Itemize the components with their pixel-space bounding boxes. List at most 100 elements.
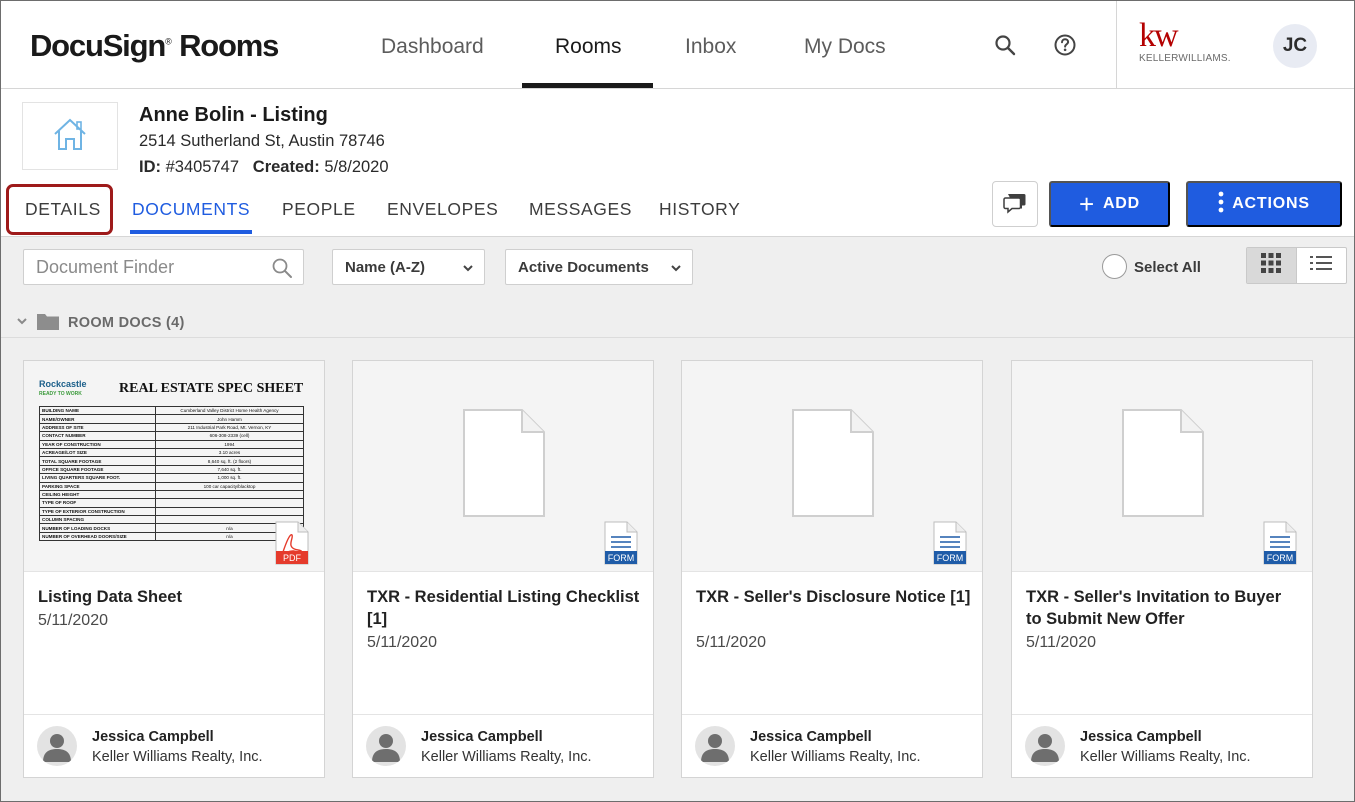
owner-org: Keller Williams Realty, Inc.: [1080, 749, 1251, 765]
search-icon[interactable]: [271, 257, 293, 284]
document-owner: Jessica Campbell Keller Williams Realty,…: [353, 714, 653, 777]
nav-divider: [1116, 1, 1117, 89]
kebab-icon: [1218, 191, 1224, 218]
spec-row: TOTAL SQUARE FOOTAGE 8,640 sq. ft. (2 flo…: [39, 456, 304, 466]
status-filter-select[interactable]: Active Documents: [505, 249, 693, 285]
folder-icon: [36, 311, 60, 336]
tab-history[interactable]: HISTORY: [659, 199, 740, 220]
spec-field: OFFICE SQUARE FOOTAGE: [39, 464, 156, 475]
spec-sheet-preview: Rockcastle READY TO WORK REAL ESTATE SPE…: [39, 374, 309, 542]
spec-field: TOTAL SQUARE FOOTAGE: [39, 456, 156, 466]
document-name[interactable]: TXR - Seller's Invitation to Buyer to Su…: [1026, 586, 1301, 630]
select-all-label[interactable]: Select All: [1134, 259, 1201, 276]
grid-view-button[interactable]: [1247, 248, 1297, 283]
room-meta: ID: #3405747 Created: 5/8/2020: [139, 158, 389, 176]
folder-label: ROOM DOCS (4): [68, 315, 185, 331]
room-id: #3405747: [165, 158, 240, 176]
spec-field: NAME/OWNER: [39, 414, 156, 424]
nav-active-indicator: [522, 83, 653, 88]
owner-org: Keller Williams Realty, Inc.: [750, 749, 921, 765]
spec-value: 8,640 sq. ft. (2 floors): [155, 456, 304, 466]
add-button[interactable]: + ADD: [1049, 181, 1170, 227]
nav-my-docs[interactable]: My Docs: [804, 35, 886, 59]
document-thumbnail: FORM: [682, 361, 982, 572]
document-thumbnail: FORM: [353, 361, 653, 572]
spec-row: ADDRESS OF SITE 211 Industrial Park Road,…: [39, 422, 304, 433]
spec-row: LIVING QUARTERS SQUARE FOOT. 1,000 sq. ft…: [39, 473, 304, 483]
spec-value: [155, 498, 304, 508]
document-card[interactable]: FORM TXR - Seller's Invitation to Buyer …: [1011, 360, 1313, 778]
spec-value: Cumberland Valley District Home Health A…: [155, 405, 304, 416]
sort-select[interactable]: Name (A-Z): [332, 249, 485, 285]
person-avatar-icon: [37, 726, 77, 766]
room-image: [22, 102, 118, 170]
spec-value: [155, 489, 304, 500]
document-card[interactable]: Rockcastle READY TO WORK REAL ESTATE SPE…: [23, 360, 325, 778]
view-toggle: [1246, 247, 1347, 284]
form-file-icon: FORM: [932, 521, 968, 570]
spec-field: BUILDING NAME: [39, 405, 156, 416]
tab-people[interactable]: PEOPLE: [282, 199, 356, 220]
document-finder: [23, 249, 304, 285]
docusign-rooms-logo[interactable]: DocuSign® Rooms: [30, 28, 279, 64]
spec-field: PARKING SPACE: [39, 481, 156, 491]
folder-divider: [1, 337, 1354, 338]
document-owner: Jessica Campbell Keller Williams Realty,…: [1012, 714, 1312, 777]
spec-table: BUILDING NAME Cumberland Valley District …: [39, 405, 304, 542]
spec-field: LIVING QUARTERS SQUARE FOOT.: [39, 473, 156, 483]
help-icon[interactable]: [1053, 33, 1077, 57]
tab-messages[interactable]: MESSAGES: [529, 199, 632, 220]
nav-dashboard[interactable]: Dashboard: [381, 35, 484, 59]
document-name[interactable]: TXR - Seller's Disclosure Notice [1]: [696, 586, 971, 608]
spec-value: 7,640 sq. ft.: [155, 464, 304, 475]
owner-name: Jessica Campbell: [750, 729, 872, 745]
spec-field: ACREAGE/LOT SIZE: [39, 447, 156, 458]
app-window: DocuSign® Rooms Dashboard Rooms Inbox My…: [0, 0, 1355, 802]
owner-org: Keller Williams Realty, Inc.: [92, 749, 263, 765]
spec-row: ACREAGE/LOT SIZE 3.10 acres: [39, 447, 304, 458]
folder-header[interactable]: ROOM DOCS (4): [16, 311, 185, 335]
spec-row: BUILDING NAME Cumberland Valley District …: [39, 405, 304, 416]
list-view-button[interactable]: [1297, 248, 1347, 283]
top-navigation: DocuSign® Rooms Dashboard Rooms Inbox My…: [1, 1, 1354, 89]
rockcastle-logo: Rockcastle READY TO WORK: [39, 379, 87, 397]
svg-text:FORM: FORM: [1267, 553, 1294, 563]
spec-field: COLUMN SPACING: [39, 515, 156, 525]
tab-details[interactable]: DETAILS: [25, 199, 101, 220]
nav-inbox[interactable]: Inbox: [685, 35, 736, 59]
spec-row: NUMBER OF OVERHEAD DOORS/SIZE n/a: [39, 531, 304, 542]
document-card[interactable]: FORM TXR - Seller's Disclosure Notice [1…: [681, 360, 983, 778]
nav-rooms[interactable]: Rooms: [555, 35, 622, 59]
chat-icon: [1003, 192, 1027, 217]
document-finder-input[interactable]: [24, 250, 264, 284]
keller-williams-logo: kw KELLERWILLIAMS.: [1139, 17, 1231, 65]
document-date: 5/11/2020: [367, 634, 437, 651]
spec-row: OFFICE SQUARE FOOTAGE 7,640 sq. ft.: [39, 464, 304, 475]
owner-name: Jessica Campbell: [421, 729, 543, 745]
document-date: 5/11/2020: [696, 634, 766, 651]
select-all-radio[interactable]: [1102, 254, 1127, 279]
owner-name: Jessica Campbell: [1080, 729, 1202, 745]
person-avatar-icon: [1025, 726, 1065, 766]
document-name[interactable]: TXR - Residential Listing Checklist [1]: [367, 586, 642, 630]
document-name[interactable]: Listing Data Sheet: [38, 586, 313, 608]
spec-row: COLUMN SPACING: [39, 515, 304, 525]
tab-documents[interactable]: DOCUMENTS: [132, 199, 250, 220]
svg-text:FORM: FORM: [937, 553, 964, 563]
document-card[interactable]: FORM TXR - Residential Listing Checklist…: [352, 360, 654, 778]
actions-button[interactable]: ACTIONS: [1186, 181, 1342, 227]
chat-button[interactable]: [992, 181, 1038, 227]
search-icon[interactable]: [993, 33, 1017, 57]
document-date: 5/11/2020: [38, 612, 108, 629]
spec-row: YEAR OF CONSTRUCTION 1994: [39, 439, 304, 449]
spec-value: [155, 506, 304, 517]
owner-name: Jessica Campbell: [92, 729, 214, 745]
room-address: 2514 Sutherland St, Austin 78746: [139, 132, 385, 150]
document-thumbnail: Rockcastle READY TO WORK REAL ESTATE SPE…: [24, 361, 324, 572]
tab-envelopes[interactable]: ENVELOPES: [387, 199, 498, 220]
document-placeholder-icon: [791, 408, 875, 523]
spec-field: NUMBER OF LOADING DOCKS: [39, 523, 156, 533]
user-avatar[interactable]: JC: [1273, 24, 1317, 68]
spec-row: NUMBER OF LOADING DOCKS n/a: [39, 523, 304, 533]
person-avatar-icon: [366, 726, 406, 766]
